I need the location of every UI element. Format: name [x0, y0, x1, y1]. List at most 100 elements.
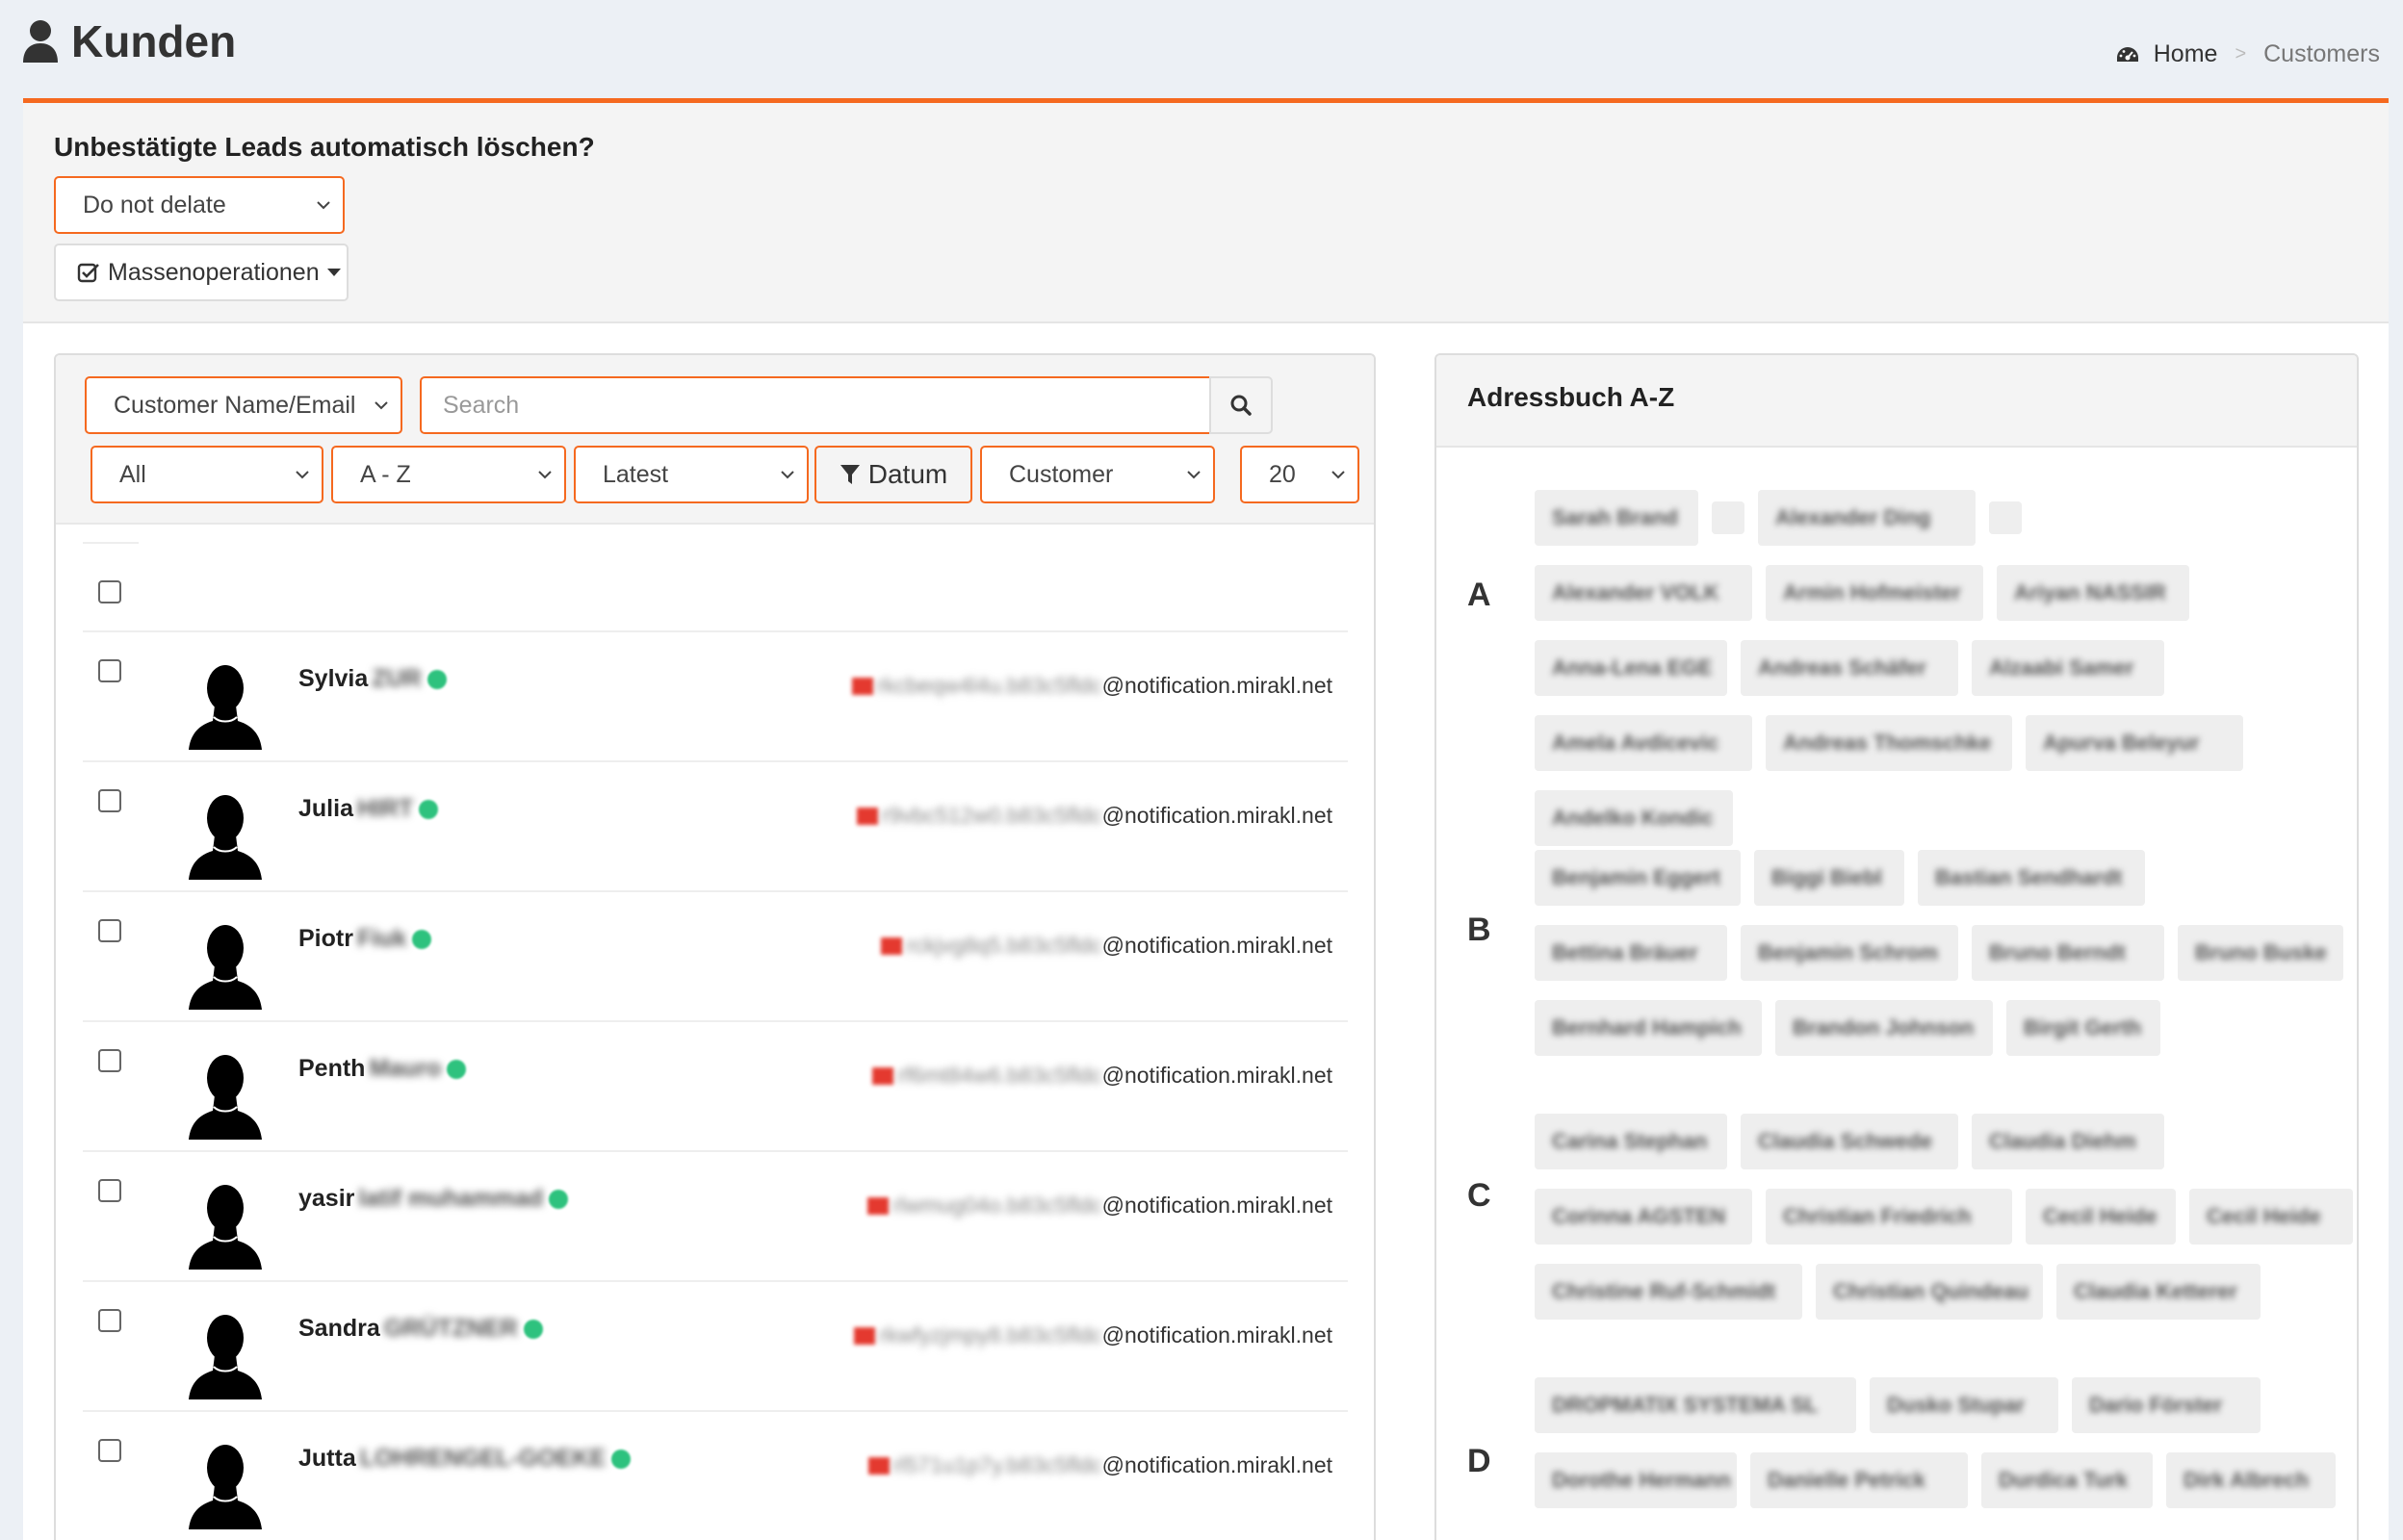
- address-book-contact[interactable]: Brandon Johnson: [1775, 1000, 1993, 1056]
- auto-delete-select[interactable]: Do not delate: [54, 176, 345, 234]
- customer-name[interactable]: Sandra GRÜTZNER: [298, 1315, 543, 1343]
- page-header: Kunden Home > Customers: [0, 0, 2403, 96]
- chevron-down-icon: [1187, 471, 1201, 479]
- address-book-contact[interactable]: Carina Stephan: [1535, 1114, 1727, 1169]
- row-checkbox[interactable]: [98, 1049, 121, 1072]
- table-row[interactable]: Sandra GRÜTZNER rkwfyzjmpy8.b83c5fldc @noti…: [83, 1282, 1348, 1412]
- address-book-contact[interactable]: Dorothe Hermann: [1535, 1452, 1737, 1508]
- search-field-select[interactable]: Customer Name/Email: [85, 376, 402, 434]
- table-row[interactable]: yasir latif muhammad rlwmug04o.b83c5fldc @n…: [83, 1152, 1348, 1282]
- sort-select[interactable]: A - Z: [331, 446, 566, 503]
- table-row[interactable]: Sylvia ZUR rkcbeqw4l4u.b83c5fldc @notificat…: [83, 632, 1348, 762]
- address-book-contact-name: DROPMATIX SYSTEMA SL: [1552, 1393, 1819, 1417]
- address-book-contact[interactable]: Danielle Petrick: [1750, 1452, 1968, 1508]
- address-book-contact[interactable]: Andreas Thomschke: [1766, 715, 2012, 771]
- filter-bar: Customer Name/Email All A - Z Latest: [56, 355, 1374, 525]
- customer-name[interactable]: Penth Mauro: [298, 1055, 467, 1083]
- address-book-contact[interactable]: DROPMATIX SYSTEMA SL: [1535, 1377, 1856, 1433]
- customer-last-name: latif muhammad: [358, 1185, 544, 1212]
- status-filter-select[interactable]: All: [90, 446, 323, 503]
- email-local-part: rckjvg8q5.b83c5fldc: [906, 933, 1102, 958]
- address-book-contact[interactable]: Bruno Berndt: [1972, 925, 2164, 981]
- address-book-contact[interactable]: Claudia Ketterer: [2056, 1264, 2261, 1320]
- search-input[interactable]: [420, 376, 1209, 434]
- address-book-contact[interactable]: Cecil Heide: [2026, 1189, 2176, 1245]
- address-book-contact[interactable]: Christine Ruf-Schmidt: [1535, 1264, 1802, 1320]
- email-local-part: r9vbc512w0.b83c5fldc: [881, 803, 1102, 828]
- customer-email: rkwfyzjmpy8.b83c5fldc @notification.mirak…: [854, 1322, 1332, 1348]
- date-filter-button[interactable]: Datum: [814, 446, 972, 503]
- search-field-select-value: Customer Name/Email: [114, 391, 356, 419]
- customer-name[interactable]: yasir latif muhammad: [298, 1185, 569, 1213]
- address-book-contact[interactable]: Bettina Bräuer: [1535, 925, 1727, 981]
- address-book-contact[interactable]: Corinna AGSTEN: [1535, 1189, 1752, 1245]
- mass-operations-button[interactable]: Massenoperationen: [54, 244, 349, 301]
- customer-name[interactable]: Piotr Fiuk: [298, 925, 432, 953]
- address-book-contact[interactable]: Alexander VOLK: [1535, 565, 1752, 621]
- address-book-contact[interactable]: Benjamin Eggert: [1535, 850, 1741, 906]
- address-book-contact[interactable]: Christian Friedrich: [1766, 1189, 2012, 1245]
- email-local-part: rl571u1p7y.b83c5fldc: [892, 1452, 1102, 1477]
- chevron-down-icon: [1331, 471, 1345, 479]
- address-book-contact[interactable]: Cecil Heide: [2189, 1189, 2353, 1245]
- address-book-contact[interactable]: Christian Quindeau: [1816, 1264, 2043, 1320]
- address-book-contact[interactable]: Bastian Sendhardt: [1918, 850, 2145, 906]
- address-book-contact[interactable]: Dario Förster: [2072, 1377, 2261, 1433]
- customer-email: rlwmug04o.b83c5fldc @notification.mirakl.…: [867, 1193, 1332, 1219]
- row-checkbox[interactable]: [98, 659, 121, 682]
- table-row[interactable]: Piotr Fiuk rckjvg8q5.b83c5fldc @notificatio…: [83, 892, 1348, 1022]
- type-select[interactable]: Customer: [980, 446, 1215, 503]
- row-checkbox[interactable]: [98, 1439, 121, 1462]
- customer-name[interactable]: Sylvia ZUR: [298, 665, 447, 693]
- order-select[interactable]: Latest: [574, 446, 809, 503]
- table-row[interactable]: Jutta LOHRENGEL-GOEKE rl571u1p7y.b83c5fldc…: [83, 1412, 1348, 1540]
- row-checkbox[interactable]: [98, 1309, 121, 1332]
- address-book-contact[interactable]: Claudia Schwede: [1741, 1114, 1958, 1169]
- address-book-contact[interactable]: Alexander Ding: [1758, 490, 1976, 546]
- address-book-contact-name: Armin Hofmeister: [1783, 580, 1961, 604]
- email-local-part: rkcbeqw4l4u.b83c5fldc: [876, 673, 1102, 698]
- address-book-contact[interactable]: Dirk Albrech: [2166, 1452, 2336, 1508]
- customer-name[interactable]: Jutta LOHRENGEL-GOEKE: [298, 1445, 632, 1473]
- address-book-contact[interactable]: Benjamin Schrom: [1741, 925, 1958, 981]
- address-book-contact-name: Claudia Ketterer: [2074, 1279, 2237, 1303]
- address-book-contact[interactable]: Durdica Turk: [1981, 1452, 2153, 1508]
- address-book-contact[interactable]: Andreas Schäfer: [1741, 640, 1958, 696]
- address-book-contact[interactable]: Claudia Diehm: [1972, 1114, 2164, 1169]
- search-button[interactable]: [1209, 376, 1273, 434]
- customer-name[interactable]: Julia HIRT: [298, 795, 439, 823]
- address-book-contact[interactable]: Amela Avdicevic: [1535, 715, 1752, 771]
- customer-last-name: Mauro: [369, 1055, 442, 1082]
- customer-first-name: Sandra: [298, 1315, 380, 1342]
- address-book-contact[interactable]: Bernhard Hampich: [1535, 1000, 1762, 1056]
- address-book-contact[interactable]: Dusko Stupar: [1870, 1377, 2058, 1433]
- address-book-contact-name: Alexander VOLK: [1552, 580, 1719, 604]
- address-book-contact-name: Apurva Beleyur: [2043, 731, 2200, 755]
- row-checkbox[interactable]: [98, 1179, 121, 1202]
- table-row[interactable]: Penth Mauro rf6mt84w6.b83c5fldc @notificati…: [83, 1022, 1348, 1152]
- address-book-contact[interactable]: Sarah Brand: [1535, 490, 1698, 546]
- select-all-checkbox[interactable]: [98, 580, 121, 603]
- address-book-contact-name: Danielle Petrick: [1768, 1468, 1925, 1492]
- per-page-select[interactable]: 20: [1240, 446, 1359, 503]
- address-book-contact[interactable]: Andelko Kondic: [1535, 790, 1733, 846]
- address-book-contact[interactable]: Bruno Buske: [2178, 925, 2343, 981]
- address-book-contact[interactable]: Apurva Beleyur: [2026, 715, 2243, 771]
- address-book-contact[interactable]: Anna-Lena EGE: [1535, 640, 1727, 696]
- table-row[interactable]: Julia HIRT r9vbc512w0.b83c5fldc @notificati…: [83, 762, 1348, 892]
- chevron-down-icon: [296, 471, 309, 479]
- address-book-contact[interactable]: Birgit Gerth: [2006, 1000, 2160, 1056]
- caret-down-icon: [326, 269, 341, 276]
- email-domain: @notification.mirakl.net: [1101, 1193, 1332, 1218]
- row-checkbox[interactable]: [98, 919, 121, 942]
- date-filter-label: Datum: [867, 459, 948, 489]
- address-book-contact[interactable]: Biggi Biebl: [1754, 850, 1904, 906]
- address-book-contact-name: Benjamin Schrom: [1758, 940, 1939, 964]
- address-book-contact[interactable]: Armin Hofmeister: [1766, 565, 1983, 621]
- breadcrumb-home-link[interactable]: Home: [2115, 40, 2217, 68]
- address-book-empty-tag[interactable]: [1989, 501, 2022, 534]
- address-book-contact[interactable]: Alzaabi Samer: [1972, 640, 2164, 696]
- address-book-empty-tag[interactable]: [1712, 501, 1744, 534]
- row-checkbox[interactable]: [98, 789, 121, 812]
- address-book-contact[interactable]: Ariyan NASSIR: [1997, 565, 2189, 621]
